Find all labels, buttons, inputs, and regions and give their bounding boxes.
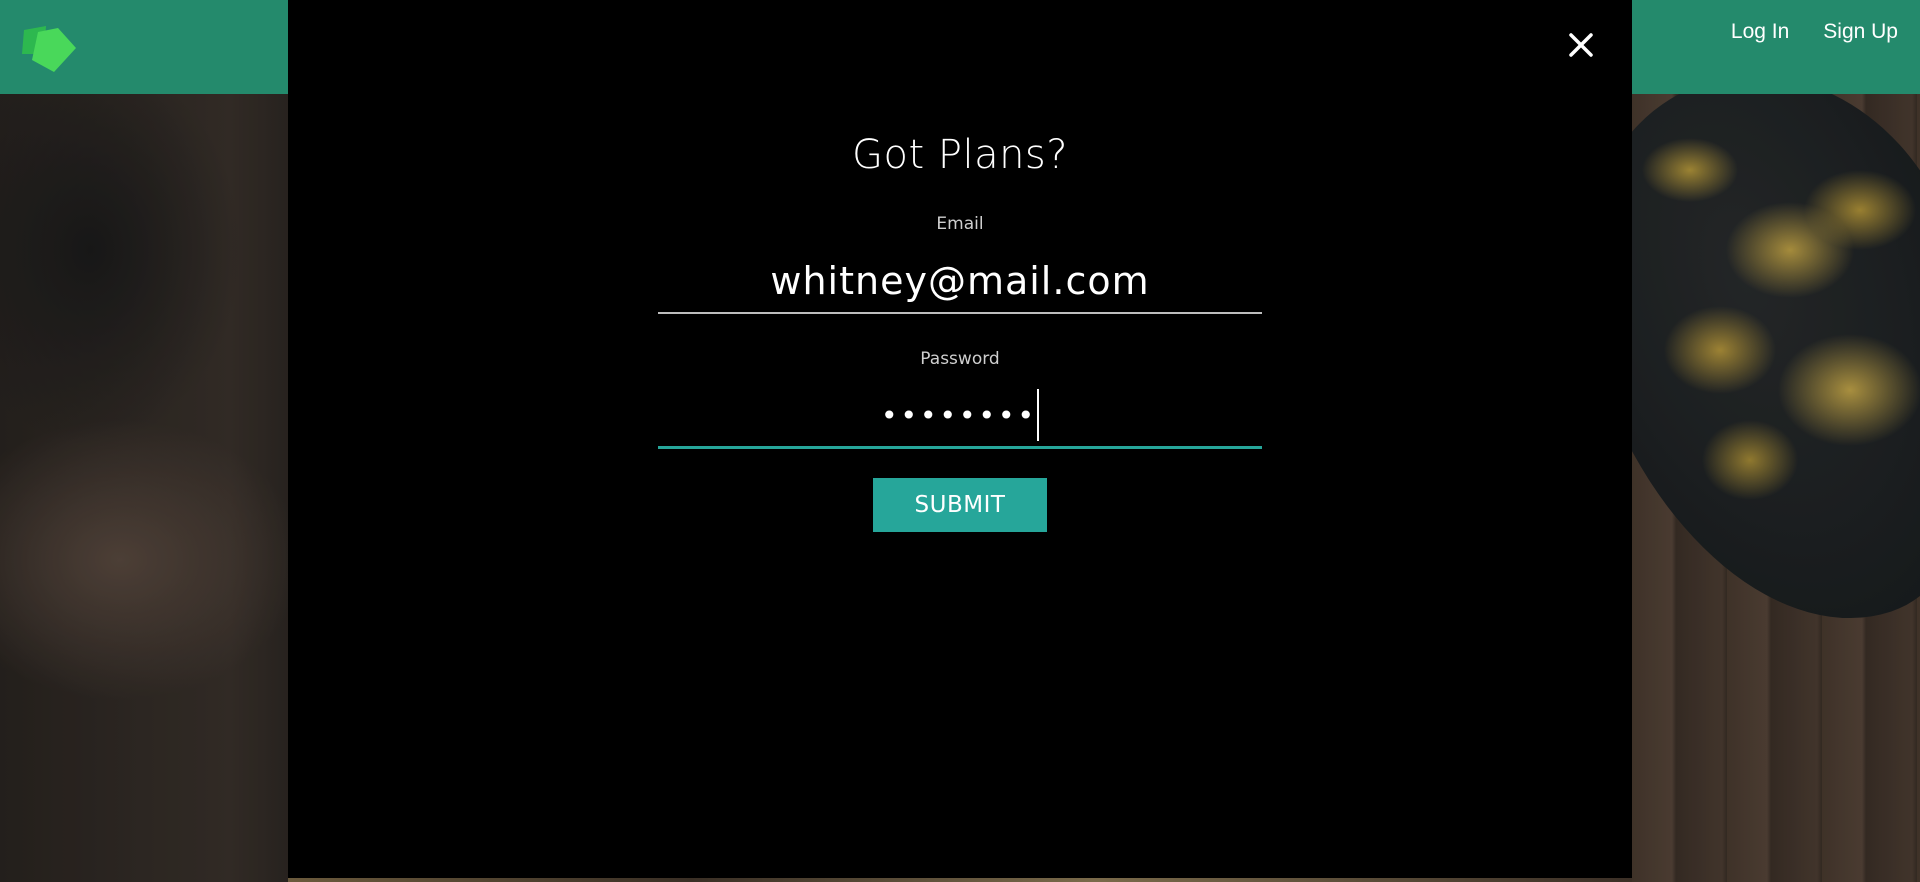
header-nav: Log In Sign Up: [1731, 0, 1920, 64]
password-field[interactable]: ••••••••: [658, 384, 1262, 449]
email-field-container: [658, 250, 1262, 314]
page: Log In Sign Up Got Plans? Email Password…: [0, 0, 1920, 882]
email-field[interactable]: [658, 250, 1262, 312]
background-bottom-strip: [288, 878, 1632, 882]
text-caret: [1037, 389, 1040, 441]
password-label: Password: [920, 349, 1000, 369]
modal-title: Got Plans?: [851, 132, 1069, 178]
logo-icon[interactable]: [20, 24, 80, 74]
submit-button[interactable]: SUBMIT: [873, 478, 1047, 532]
password-display: ••••••••: [658, 384, 1262, 446]
login-link[interactable]: Log In: [1731, 20, 1789, 44]
close-icon[interactable]: [1566, 30, 1596, 60]
password-masked-value: ••••••••: [880, 398, 1038, 432]
login-modal: Got Plans? Email Password •••••••• SUBMI…: [288, 0, 1632, 878]
email-label: Email: [936, 214, 984, 234]
signup-link[interactable]: Sign Up: [1823, 20, 1898, 44]
